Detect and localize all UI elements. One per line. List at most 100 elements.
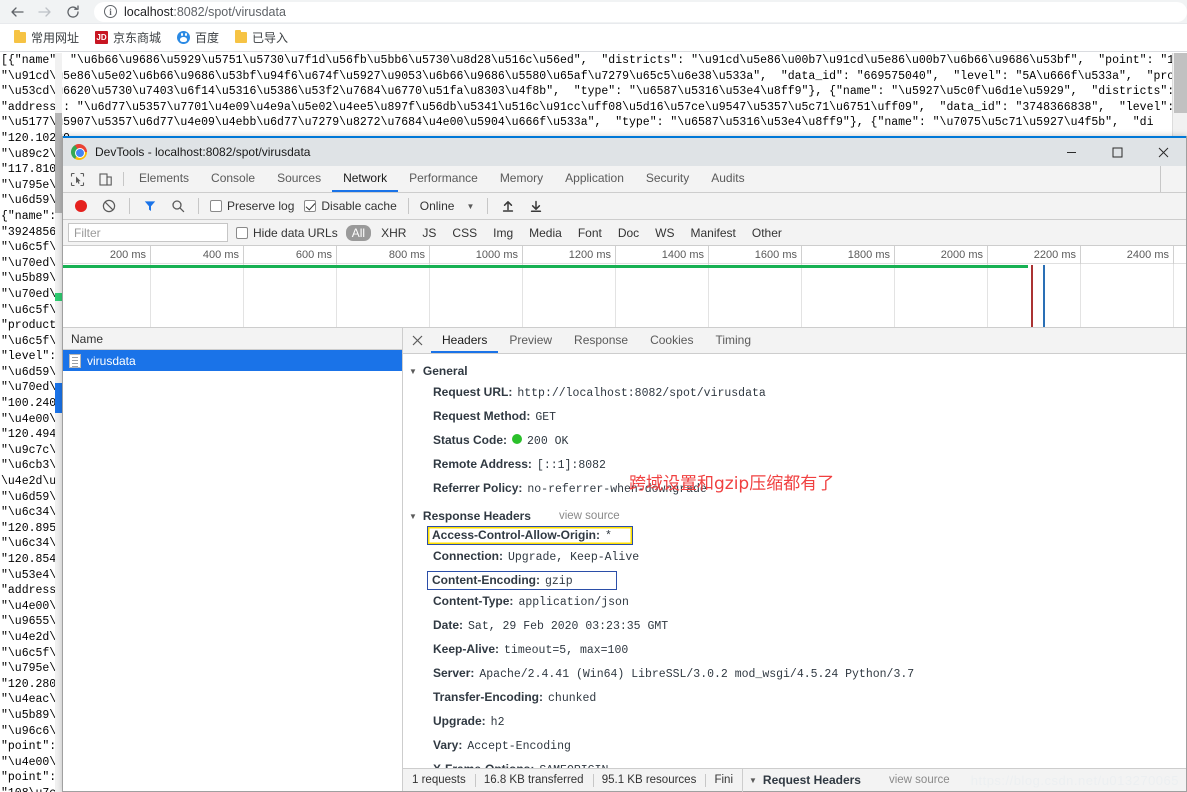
- scrollbar-marker-blue: [55, 383, 62, 413]
- close-icon[interactable]: [1140, 137, 1186, 167]
- requests-column-header[interactable]: Name: [63, 328, 402, 350]
- page-inner-scrollbar[interactable]: [55, 53, 62, 792]
- tab-preview[interactable]: Preview: [498, 328, 563, 353]
- hide-data-urls-label: Hide data URLs: [253, 225, 338, 240]
- tab-security[interactable]: Security: [635, 166, 700, 192]
- tab-console[interactable]: Console: [200, 166, 266, 192]
- filter-type-ws[interactable]: WS: [649, 225, 680, 241]
- hide-data-urls-checkbox[interactable]: Hide data URLs: [232, 226, 342, 240]
- network-filter-bar: Filter Hide data URLs All XHR JS CSS Img…: [63, 220, 1186, 246]
- tab-cookies[interactable]: Cookies: [639, 328, 704, 353]
- header-value: 200 OK: [527, 435, 569, 448]
- general-row-request-method: Request Method: GET: [409, 405, 1186, 429]
- tab-sources[interactable]: Sources: [266, 166, 332, 192]
- header-value: Upgrade, Keep-Alive: [508, 551, 640, 564]
- address-bar[interactable]: i localhost:8082/spot/virusdata: [94, 1, 1187, 22]
- upload-arrow-icon[interactable]: [495, 194, 521, 218]
- table-row[interactable]: virusdata: [63, 350, 402, 371]
- json-text-line: "\u91cd\u5e86\u5e02\u6b66\u9686\u53bf\u9…: [1, 69, 1187, 83]
- throttling-value[interactable]: Online: [416, 199, 459, 213]
- tabbar-right-edge: [1160, 166, 1186, 192]
- disable-cache-label: Disable cache: [321, 199, 397, 213]
- url-path: :8082/spot/virusdata: [173, 4, 286, 19]
- minimize-icon[interactable]: [1048, 137, 1094, 167]
- view-source-link[interactable]: view source: [559, 510, 620, 522]
- general-section-title: General: [422, 364, 468, 378]
- maximize-icon[interactable]: [1094, 137, 1140, 167]
- chevron-down-icon[interactable]: ▼: [460, 202, 480, 211]
- tab-timing[interactable]: Timing: [704, 328, 762, 353]
- general-row-status-code: Status Code: 200 OK: [409, 429, 1186, 453]
- timeline-tick-label: 1000 ms: [430, 246, 523, 264]
- tab-response[interactable]: Response: [563, 328, 639, 353]
- screen-root: i localhost:8082/spot/virusdata 常用网址 JD …: [0, 0, 1187, 792]
- tab-elements[interactable]: Elements: [128, 166, 200, 192]
- header-value: http://localhost:8082/spot/virusdata: [517, 387, 766, 400]
- preserve-log-checkbox[interactable]: Preserve log: [206, 199, 298, 213]
- filter-type-img[interactable]: Img: [487, 225, 519, 241]
- record-button-icon[interactable]: [68, 194, 94, 218]
- filter-type-xhr[interactable]: XHR: [375, 225, 412, 241]
- tab-audits[interactable]: Audits: [700, 166, 755, 192]
- bookmark-item-changyongwangzhi[interactable]: 常用网址: [8, 27, 85, 48]
- scrollbar-thumb[interactable]: [1174, 53, 1187, 113]
- header-name: Keep-Alive:: [433, 642, 500, 656]
- filter-type-other[interactable]: Other: [746, 225, 788, 241]
- tab-performance[interactable]: Performance: [398, 166, 489, 192]
- bookmark-item-baidu[interactable]: 百度: [171, 27, 225, 48]
- site-info-icon[interactable]: i: [104, 5, 117, 18]
- header-name: Content-Type:: [433, 594, 514, 608]
- jd-icon: JD: [95, 31, 109, 44]
- funnel-icon[interactable]: [137, 194, 163, 218]
- header-name: Status Code:: [433, 433, 508, 447]
- filter-type-css[interactable]: CSS: [446, 225, 483, 241]
- back-icon[interactable]: [4, 1, 30, 23]
- search-icon[interactable]: [165, 194, 191, 218]
- response-row-x-frame-options: X-Frame-Options: SAMEORIGIN: [409, 758, 1186, 768]
- devtools-tabbar: Elements Console Sources Network Perform…: [63, 166, 1186, 193]
- filter-type-font[interactable]: Font: [572, 225, 608, 241]
- toolbar-divider: [123, 172, 124, 186]
- header-name: Date:: [433, 618, 464, 632]
- inspect-element-icon[interactable]: [63, 166, 91, 192]
- devtools-status-bar: 1 requests 16.8 KB transferred 95.1 KB r…: [403, 768, 1186, 792]
- bookmark-item-imported[interactable]: 已导入: [229, 27, 294, 48]
- header-name: Connection:: [433, 549, 503, 563]
- filter-type-media[interactable]: Media: [523, 225, 568, 241]
- view-source-link[interactable]: view source: [889, 774, 950, 786]
- filter-type-js[interactable]: JS: [416, 225, 442, 241]
- request-headers-section-header[interactable]: ▼ Request Headers view source: [743, 773, 1186, 787]
- general-section-header[interactable]: ▼ General: [409, 364, 1186, 378]
- download-arrow-icon[interactable]: [523, 194, 549, 218]
- clear-icon[interactable]: [96, 194, 122, 218]
- close-icon[interactable]: [403, 328, 431, 353]
- bookmark-label: 京东商城: [113, 31, 162, 45]
- bookmark-item-jd[interactable]: JD 京东商城: [89, 27, 167, 48]
- timeline-gridline: [802, 264, 895, 327]
- tab-memory[interactable]: Memory: [489, 166, 554, 192]
- baidu-icon: [177, 31, 191, 44]
- device-toolbar-icon[interactable]: [91, 166, 119, 192]
- header-name: X-Frame-Options:: [433, 761, 534, 768]
- scrollbar-thumb[interactable]: [55, 113, 62, 213]
- response-headers-section-header[interactable]: ▼ Response Headers view source: [409, 509, 1186, 523]
- search-input[interactable]: Filter: [68, 223, 228, 242]
- toolbar-divider: [198, 198, 199, 214]
- tab-application[interactable]: Application: [554, 166, 635, 192]
- network-overview-timeline[interactable]: 200 ms 400 ms 600 ms 800 ms 1000 ms 1200 ms 14…: [63, 246, 1186, 328]
- timeline-tick-label: 2400 ms: [1081, 246, 1174, 264]
- forward-icon[interactable]: [32, 1, 58, 23]
- devtools-titlebar[interactable]: DevTools - localhost:8082/spot/virusdata: [63, 136, 1186, 166]
- filter-type-manifest[interactable]: Manifest: [685, 225, 742, 241]
- reload-icon[interactable]: [60, 1, 86, 23]
- header-value: SAMEORIGIN: [539, 763, 608, 768]
- folder-icon: [235, 30, 248, 43]
- disable-cache-checkbox[interactable]: Disable cache: [300, 199, 400, 213]
- timeline-gridline: [895, 264, 988, 327]
- tab-network[interactable]: Network: [332, 166, 399, 192]
- bookmark-label: 常用网址: [31, 31, 80, 45]
- filter-type-doc[interactable]: Doc: [612, 225, 645, 241]
- bookmark-label: 百度: [195, 31, 220, 45]
- tab-headers[interactable]: Headers: [431, 328, 499, 353]
- filter-type-all[interactable]: All: [345, 224, 372, 241]
